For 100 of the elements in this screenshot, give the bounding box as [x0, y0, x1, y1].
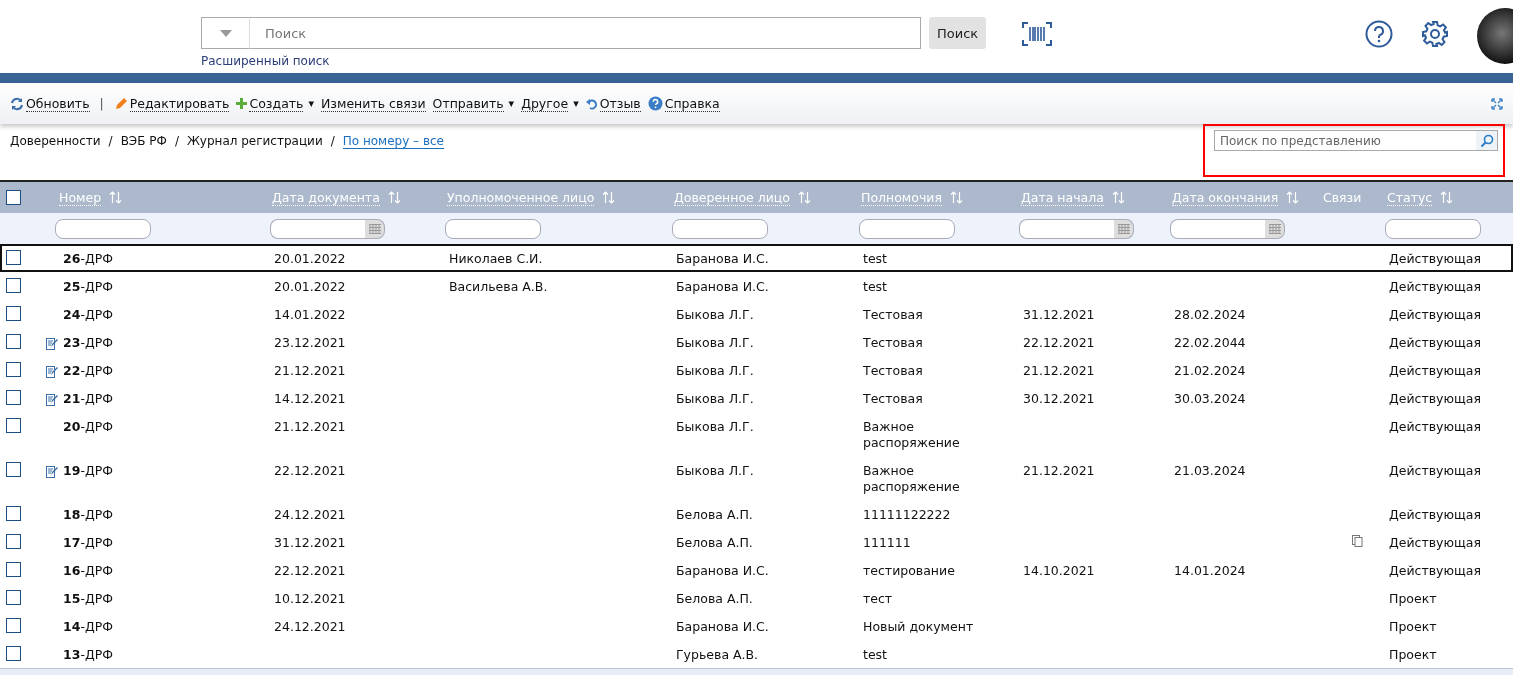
table-row[interactable]: 26-ДРФ 20.01.2022 Николаев С.И. Баранова И.С. test Действующая	[0, 244, 1513, 272]
table-cell: Действующая	[1389, 335, 1481, 351]
row-checkbox[interactable]	[6, 250, 21, 265]
table-cell: Действующая	[1389, 307, 1481, 323]
filter-field[interactable]	[55, 218, 151, 239]
table-row[interactable]: 19-ДРФ 22.12.2021 Быкова Л.Г. Важное распоряжение 21.12.2021 21.03.2024 Действующая	[0, 456, 1513, 500]
filter-field[interactable]	[445, 218, 541, 239]
row-checkbox[interactable]	[6, 534, 21, 549]
table-row[interactable]: 25-ДРФ 20.01.2022 Васильева А.В. Баранова И.С. test Действующая	[0, 272, 1513, 300]
table-row[interactable]: 15-ДРФ 10.12.2021 Белова А.П. тест Проект	[0, 584, 1513, 612]
row-checkbox[interactable]	[6, 506, 21, 521]
table-row[interactable]: 13-ДРФ Гурьева А.В. test Проект	[0, 640, 1513, 668]
sort-icon[interactable]	[109, 191, 123, 204]
filter-field[interactable]	[1385, 218, 1481, 239]
filter-field[interactable]	[672, 218, 768, 239]
advanced-search-link[interactable]: Расширенный поиск	[201, 54, 330, 68]
table-cell: тест	[863, 591, 893, 607]
table-cell: Баранова И.С.	[676, 619, 769, 635]
table-cell: 31.12.2021	[1023, 307, 1095, 323]
breadcrumb[interactable]: ВЭБ РФ	[120, 134, 167, 149]
table-cell: 13-ДРФ	[63, 647, 113, 663]
table-row[interactable]: 17-ДРФ 31.12.2021 Белова А.П. 111111 Действующая	[0, 528, 1513, 556]
table-cell: Гурьева А.В.	[676, 647, 759, 663]
dropdown-button[interactable]	[201, 17, 249, 49]
row-checkbox[interactable]	[6, 306, 21, 321]
sort-icon[interactable]	[1440, 191, 1454, 204]
search-button[interactable]: Поиск	[929, 17, 987, 49]
table-row[interactable]: 20-ДРФ 21.12.2021 Быкова Л.Г. Важное распоряжение Действующая	[0, 412, 1513, 456]
table-cell: Проект	[1389, 619, 1437, 635]
table-cell: 14.01.2024	[1174, 563, 1246, 579]
table-cell: 21.03.2024	[1174, 463, 1246, 479]
table-cell: Быкова Л.Г.	[676, 419, 754, 435]
row-checkbox[interactable]	[6, 418, 21, 433]
sort-icon[interactable]	[949, 191, 963, 204]
table-row[interactable]: 24-ДРФ 14.01.2022 Быкова Л.Г. Тестовая 31.12.2021 28.02.2024 Действующая	[0, 300, 1513, 328]
table-cell: Новый документ	[863, 619, 974, 635]
toolbar-button[interactable]: Справка	[647, 95, 720, 112]
table-row[interactable]: 18-ДРФ 24.12.2021 Белова А.П. 11111122222 Действующая	[0, 500, 1513, 528]
table-cell: Действующая	[1389, 251, 1481, 267]
help-icon[interactable]	[1365, 20, 1393, 48]
breadcrumb-separator: /	[174, 134, 179, 149]
table-cell: Действующая	[1389, 507, 1481, 523]
toolbar-button[interactable]: Редактировать	[113, 95, 230, 112]
row-checkbox[interactable]	[6, 390, 21, 405]
copy-icon[interactable]	[1352, 535, 1363, 547]
toolbar-separator: |	[99, 96, 104, 111]
toolbar-button[interactable]: Другое ▾	[521, 95, 579, 112]
toolbar-button[interactable]: Обновить	[10, 95, 90, 112]
breadcrumb-link[interactable]: По номеру – все	[342, 134, 444, 149]
toolbar-button[interactable]: Отзыв	[585, 95, 641, 112]
table-cell: test	[863, 279, 887, 295]
row-checkbox[interactable]	[6, 278, 21, 293]
row-checkbox[interactable]	[6, 618, 21, 633]
table-row[interactable]: 16-ДРФ 22.12.2021 Баранова И.С. тестирование 14.10.2021 14.01.2024 Действующая	[0, 556, 1513, 584]
table-cell: 24.12.2021	[274, 619, 346, 635]
table-row[interactable]: 22-ДРФ 21.12.2021 Быкова Л.Г. Тестовая 21.12.2021 21.02.2024 Действующая	[0, 356, 1513, 384]
table-cell: 21.12.2021	[274, 363, 346, 379]
sort-icon[interactable]	[387, 191, 401, 204]
table-cell: Баранова И.С.	[676, 251, 769, 267]
table-cell: test	[863, 251, 887, 267]
row-checkbox[interactable]	[6, 362, 21, 377]
table-row[interactable]: 23-ДРФ 23.12.2021 Быкова Л.Г. Тестовая 22.12.2021 22.02.2044 Действующая	[0, 328, 1513, 356]
barcode-icon[interactable]	[1022, 22, 1053, 46]
table-cell: 111111	[863, 535, 911, 551]
table-cell: 21-ДРФ	[63, 391, 113, 407]
table-cell: Проект	[1389, 591, 1437, 607]
sort-icon[interactable]	[1286, 191, 1300, 204]
table-cell: 15-ДРФ	[63, 591, 113, 607]
expand-icon[interactable]	[1491, 97, 1503, 110]
breadcrumb-separator: /	[108, 134, 113, 149]
sort-icon[interactable]	[1111, 191, 1125, 204]
table-cell: 24-ДРФ	[63, 307, 113, 323]
select-all-checkbox[interactable]	[6, 190, 21, 205]
table-cell: 22.12.2021	[274, 463, 346, 479]
toolbar-button[interactable]: Отправить ▾	[432, 95, 515, 112]
table-cell: Действующая	[1389, 279, 1481, 295]
table-cell: Белова А.П.	[676, 535, 753, 551]
row-checkbox[interactable]	[6, 646, 21, 661]
table-cell: 14-ДРФ	[63, 619, 113, 635]
table-row[interactable]: 21-ДРФ 14.12.2021 Быкова Л.Г. Тестовая 30.12.2021 30.03.2024 Действующая	[0, 384, 1513, 412]
row-checkbox[interactable]	[6, 590, 21, 605]
filter-field[interactable]	[859, 218, 955, 239]
table-cell: 14.12.2021	[274, 391, 346, 407]
table-row[interactable]: 14-ДРФ 24.12.2021 Баранова И.С. Новый документ Проект	[0, 612, 1513, 640]
breadcrumb[interactable]: Журнал регистрации	[186, 134, 323, 149]
help-icon	[647, 96, 663, 111]
sort-icon[interactable]	[602, 191, 616, 204]
toolbar-button[interactable]: Создать ▾	[236, 95, 314, 112]
settings-icon[interactable]	[1421, 20, 1449, 48]
search-field[interactable]: Поиск	[249, 17, 921, 49]
table-cell: 20.01.2022	[274, 251, 346, 267]
sort-icon[interactable]	[798, 191, 812, 204]
table-cell: Действующая	[1389, 391, 1481, 407]
row-checkbox[interactable]	[6, 334, 21, 349]
row-checkbox[interactable]	[6, 462, 21, 477]
resize-handle[interactable]	[0, 668, 1513, 675]
toolbar-button[interactable]: Изменить связи	[321, 95, 426, 112]
row-checkbox[interactable]	[6, 562, 21, 577]
plus-icon	[236, 98, 248, 109]
breadcrumb[interactable]: Доверенности	[10, 134, 101, 149]
